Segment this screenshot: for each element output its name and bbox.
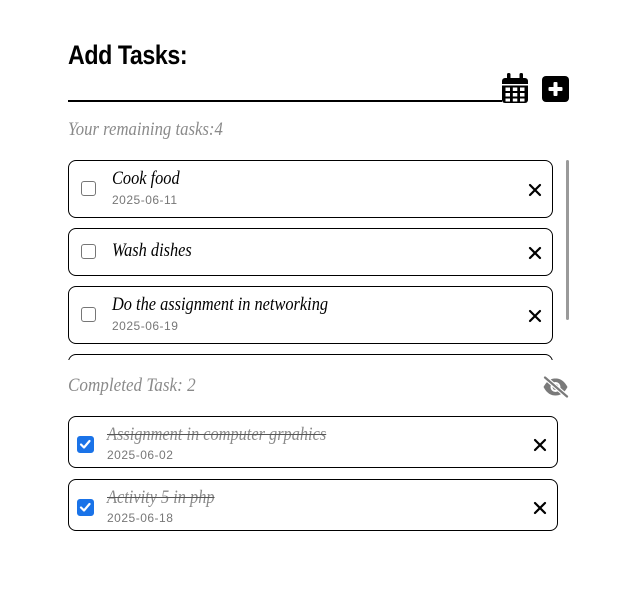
task-input[interactable]: [68, 72, 502, 102]
completed-task-card: Activity 5 in php 2025-06-18: [68, 479, 558, 531]
task-card: [68, 354, 553, 360]
task-name: Cook food: [112, 168, 180, 189]
checkmark-icon: [79, 502, 91, 512]
checkmark-icon: [79, 439, 91, 449]
completed-task-name: Activity 5 in php: [107, 487, 215, 508]
task-checkbox[interactable]: [81, 307, 96, 322]
remaining-count: 4: [214, 119, 223, 140]
completed-task-date: 2025-06-18: [107, 511, 174, 525]
pending-task-list[interactable]: Cook food 2025-06-11 Wash dishes Do the …: [68, 160, 556, 360]
close-icon[interactable]: [528, 246, 542, 260]
remaining-tasks-label: Your remaining tasks:4: [68, 119, 223, 141]
task-date: 2025-06-11: [112, 193, 178, 207]
scrollbar-thumb[interactable]: [566, 160, 569, 320]
completed-task-date: 2025-06-02: [107, 448, 174, 462]
task-name: Wash dishes: [112, 240, 192, 261]
task-date: 2025-06-19: [112, 319, 179, 333]
close-icon[interactable]: [533, 501, 547, 515]
task-checkbox[interactable]: [81, 181, 96, 196]
remaining-label-text: Your remaining tasks:: [68, 119, 215, 140]
add-task-button[interactable]: [542, 76, 569, 102]
close-icon[interactable]: [533, 438, 547, 452]
completed-tasks-label: Completed Task: 2: [68, 375, 196, 396]
plus-icon: [548, 82, 563, 96]
page-title: Add Tasks:: [68, 40, 188, 70]
task-card: Do the assignment in networking 2025-06-…: [68, 286, 553, 344]
task-checkbox[interactable]: [81, 244, 96, 259]
close-icon[interactable]: [528, 183, 542, 197]
toggle-completed-button[interactable]: [542, 375, 570, 399]
completed-task-name: Assignment in computer grpahics: [107, 424, 327, 445]
calendar-button[interactable]: [501, 73, 529, 104]
completed-task-card: Assignment in computer grpahics 2025-06-…: [68, 416, 558, 468]
task-checkbox-checked[interactable]: [77, 436, 94, 453]
task-name: Do the assignment in networking: [112, 294, 329, 315]
calendar-icon: [502, 73, 528, 103]
close-icon[interactable]: [528, 309, 542, 323]
task-checkbox-checked[interactable]: [77, 499, 94, 516]
task-card: Wash dishes: [68, 228, 553, 276]
eye-slash-icon: [542, 375, 570, 399]
task-card: Cook food 2025-06-11: [68, 160, 553, 218]
